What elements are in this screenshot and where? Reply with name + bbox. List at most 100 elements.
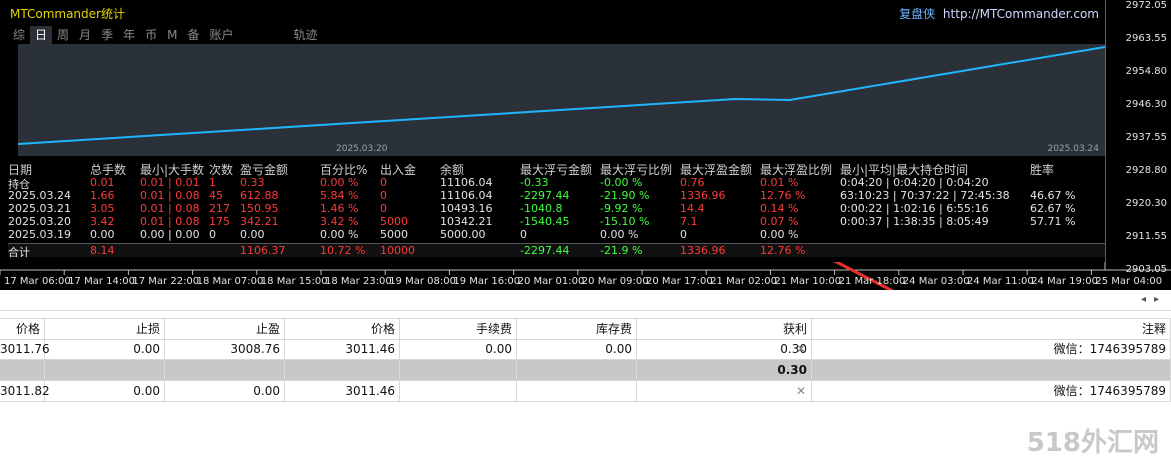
grid-cell: 0.00 (45, 381, 165, 401)
price-axis-label: 2928.80 (1125, 165, 1167, 176)
grid-cell: 库存费 (517, 319, 637, 339)
scroll-strip[interactable]: ◂▸ (0, 290, 1171, 311)
grid-cell: 3008.76 (165, 339, 285, 359)
stats-cell: 14.4 (680, 202, 705, 215)
close-order-icon[interactable]: ✕ (796, 381, 806, 401)
time-axis-label: 20 Mar 09:00 (581, 276, 649, 287)
stats-cell: 0 (380, 202, 387, 215)
grid-cell: 止损 (45, 319, 165, 339)
grid-cell: 0.30 (637, 360, 812, 380)
grid-cell (812, 360, 1171, 380)
stats-row: 持仓 0.01 0.01 | 0.01 1 0.33 0.00 % 0 11106.04 -0.… (8, 176, 1105, 191)
stats-row: 2025.03.21 3.05 0.01 | 0.08 217 150.95 1.46 %… (8, 202, 1105, 215)
tab-10[interactable]: 轨迹 (289, 26, 323, 44)
grid-cell: 3011.46 (285, 339, 400, 359)
tab-9[interactable]: 账户 (204, 26, 238, 44)
stats-cell: 0.07 % (760, 215, 799, 228)
tab-6[interactable]: 币 (140, 26, 162, 44)
grid-cell (165, 360, 285, 380)
time-axis-label: 18 Mar 15:00 (260, 276, 328, 287)
stats-row: 2025.03.24 1.66 0.01 | 0.08 45 612.88 5.84 % 0… (8, 189, 1105, 202)
grid-row[interactable]: 3011.76 0.00 3008.76 3011.46 0.00 0.00 0.30 微信：… (0, 339, 1171, 360)
price-axis-label: 2963.55 (1125, 33, 1167, 44)
time-axis-label: 17 Mar 14:00 (68, 276, 135, 287)
stats-cell: 0.00 % (320, 228, 359, 241)
tab-7[interactable]: M (162, 26, 182, 44)
tab-3[interactable]: 月 (74, 26, 96, 44)
price-axis-label: 2946.30 (1125, 99, 1167, 110)
time-axis-label: 17 Mar 22:00 (132, 276, 200, 287)
stats-cell: 217 (209, 202, 230, 215)
scroll-arrows-icon[interactable]: ◂▸ (1141, 294, 1167, 305)
brand-url[interactable]: http://MTCommander.com (943, 7, 1099, 21)
stats-cell: 5000 (380, 228, 408, 241)
grid-cell: 微信：1746395789 (812, 381, 1171, 401)
stats-cell: 46.67 % (1030, 189, 1076, 202)
grid-cell: 0.30 (637, 339, 812, 359)
stats-cell: 2025.03.24 (8, 189, 71, 202)
stats-cell: 0.01 (90, 176, 115, 189)
stats-cell: -21.90 % (600, 189, 650, 202)
time-axis-label: 17 Mar 06:00 (4, 276, 71, 287)
stats-panel: MTCommander统计 复盘侠 http://MTCommander.com… (8, 0, 1106, 262)
grid-cell: 0.00 (165, 381, 285, 401)
trade-terminal: ◂▸ 价格 止损 止盈 价格 手续费 库存费 获利 注释 3011.76 0.00 3008.76 3… (0, 290, 1171, 465)
grid-cell (637, 381, 812, 401)
stats-cell: 3.05 (90, 202, 115, 215)
price-axis-label: 2937.55 (1125, 132, 1167, 143)
stats-cell: 2025.03.20 (8, 215, 71, 228)
time-axis-label: 24 Mar 11:00 (967, 276, 1034, 287)
price-axis-label: 2920.30 (1125, 198, 1167, 209)
stats-cell: 45 (209, 189, 223, 202)
tab-2[interactable]: 周 (52, 26, 74, 44)
stats-row: 合计 8.14 1106.37 10.72 % 10000 -2297.44 -21.9 %… (8, 243, 1105, 259)
grid-cell: 3011.46 (285, 381, 400, 401)
stats-cell: 0.00 (240, 228, 265, 241)
grid-row[interactable]: 3011.82 0.00 0.00 3011.46 微信：1746395789 ✕ (0, 381, 1171, 402)
grid-cell: 止盈 (165, 319, 285, 339)
grid-header-row[interactable]: 价格 止损 止盈 价格 手续费 库存费 获利 注释 (0, 318, 1171, 340)
tab-8[interactable]: 备 (182, 26, 204, 44)
stats-cell: 175 (209, 215, 230, 228)
stats-cell: 0:04:20 | 0:04:20 | 0:04:20 (840, 176, 989, 189)
stats-cell: 0:00:37 | 1:38:35 | 8:05:49 (840, 215, 989, 228)
grid-cell: 3011.82 (0, 381, 50, 401)
stats-cell: 0.76 (680, 176, 705, 189)
price-chart-area[interactable]: MTCommander统计 复盘侠 http://MTCommander.com… (0, 0, 1171, 290)
stats-cell: 0.01 % (760, 176, 799, 189)
time-axis-label: 25 Mar 04:00 (1095, 276, 1163, 287)
grid-summary-row[interactable]: 0.30 (0, 360, 1171, 381)
stats-cell: 150.95 (240, 202, 279, 215)
stats-cell: 1 (209, 176, 216, 189)
grid-cell (0, 360, 45, 380)
close-order-icon[interactable]: ✕ (796, 339, 806, 359)
stats-cell: 0 (380, 189, 387, 202)
grid-cell: 获利 (637, 319, 812, 339)
stats-cell: 0:00:22 | 1:02:16 | 6:55:16 (840, 202, 989, 215)
stats-cell: 0 (209, 228, 216, 241)
tab-1[interactable]: 日 (30, 26, 53, 44)
stats-cell: 3.42 % (320, 215, 359, 228)
grid-cell: 3011.76 (0, 339, 50, 359)
graph-date-left: 2025.03.20 (336, 144, 388, 154)
stats-cell: 1106.37 (240, 244, 286, 257)
equity-line (17, 46, 1106, 145)
grid-cell (400, 360, 517, 380)
tab-0[interactable]: 综 (8, 26, 30, 44)
stats-cell: 0.00 | 0.00 (140, 228, 200, 241)
stats-cell: 1.66 (90, 189, 115, 202)
stats-cell: 3.42 (90, 215, 115, 228)
tab-5[interactable]: 年 (118, 26, 140, 44)
panel-brand[interactable]: 复盘侠 http://MTCommander.com (899, 5, 1099, 22)
grid-cell: 价格 (285, 319, 400, 339)
tab-4[interactable]: 季 (96, 26, 118, 44)
price-axis-label: 2911.55 (1125, 231, 1167, 242)
time-axis-label: 20 Mar 01:00 (517, 276, 585, 287)
grid-cell (45, 360, 165, 380)
stats-cell: 12.76 % (760, 189, 806, 202)
price-axis-label: 2972.05 (1125, 0, 1167, 11)
stats-cell: 10342.21 (440, 215, 493, 228)
grid-cell: 手续费 (400, 319, 517, 339)
stats-cell: 63:10:23 | 70:37:22 | 72:45:38 (840, 189, 1010, 202)
grid-cell: 价格 (0, 319, 45, 339)
